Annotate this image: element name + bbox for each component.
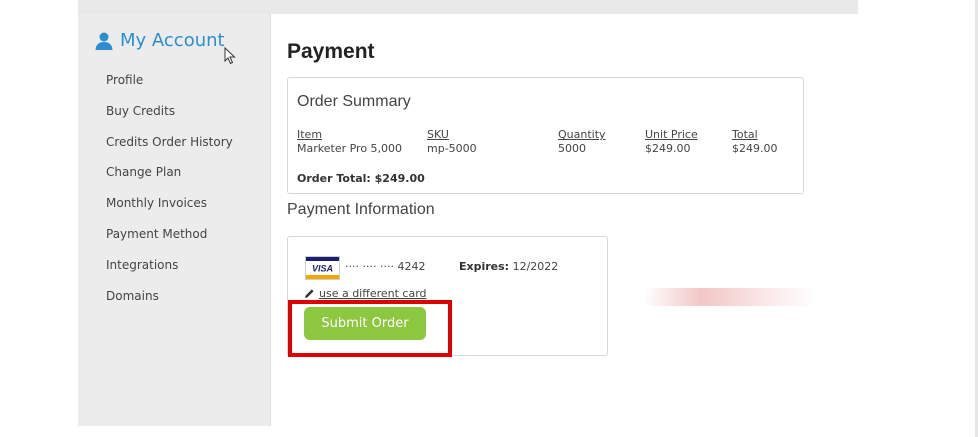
- sidebar-nav: Profile Buy Credits Credits Order Histor…: [106, 72, 233, 318]
- sku-column: SKU mp-5000: [427, 128, 477, 156]
- column-header-quantity: Quantity: [558, 128, 606, 141]
- column-header-item: Item: [297, 128, 323, 141]
- sidebar-item-change-plan[interactable]: Change Plan: [106, 164, 233, 195]
- use-different-card-label: use a different card: [319, 287, 427, 300]
- sidebar-item-integrations[interactable]: Integrations: [106, 257, 233, 288]
- column-header-sku: SKU: [427, 128, 449, 141]
- blurred-smudge: [643, 288, 818, 306]
- expires-label: Expires:: [459, 260, 510, 273]
- total-column: Total $249.00: [732, 128, 778, 156]
- column-header-unit-price: Unit Price: [645, 128, 698, 141]
- card-expiry: Expires: 12/2022: [459, 260, 558, 273]
- order-summary-card: Order Summary Item Marketer Pro 5,000 SK…: [287, 77, 804, 194]
- account-header[interactable]: My Account: [94, 30, 225, 51]
- visa-card-icon: VISA: [305, 256, 340, 280]
- payment-information-title: Payment Information: [287, 201, 435, 218]
- page-title: Payment: [287, 40, 375, 63]
- highlight-box: [288, 300, 452, 357]
- sidebar-item-credits-order-history[interactable]: Credits Order History: [106, 134, 233, 165]
- sidebar: My Account Profile Buy Credits Credits O…: [78, 14, 270, 426]
- item-column: Item Marketer Pro 5,000: [297, 128, 402, 156]
- sidebar-item-monthly-invoices[interactable]: Monthly Invoices: [106, 195, 233, 226]
- sidebar-item-buy-credits[interactable]: Buy Credits: [106, 103, 233, 134]
- main-content: Payment Order Summary Item Marketer Pro …: [270, 14, 858, 426]
- use-different-card-link[interactable]: use a different card: [304, 287, 427, 300]
- unit-price-column: Unit Price $249.00: [645, 128, 698, 156]
- sidebar-item-payment-method[interactable]: Payment Method: [106, 226, 233, 257]
- column-header-total: Total: [732, 128, 758, 141]
- sidebar-item-profile[interactable]: Profile: [106, 72, 233, 103]
- cell-total: $249.00: [732, 142, 778, 155]
- cell-quantity: 5000: [558, 142, 586, 155]
- order-summary-title: Order Summary: [297, 93, 411, 110]
- cell-sku: mp-5000: [427, 142, 477, 155]
- sidebar-item-domains[interactable]: Domains: [106, 288, 233, 319]
- expires-value: 12/2022: [512, 260, 559, 273]
- user-icon: [95, 32, 113, 50]
- cursor-icon: [224, 47, 236, 65]
- top-strip: [78, 0, 858, 14]
- order-total: Order Total: $249.00: [297, 172, 425, 185]
- cell-item: Marketer Pro 5,000: [297, 142, 403, 155]
- quantity-column: Quantity 5000: [558, 128, 606, 156]
- pencil-icon: [305, 289, 314, 298]
- cell-unit-price: $249.00: [645, 142, 691, 155]
- account-title: My Account: [120, 30, 225, 51]
- card-number: ···· ···· ···· 4242: [345, 260, 426, 273]
- visa-text: VISA: [312, 264, 333, 274]
